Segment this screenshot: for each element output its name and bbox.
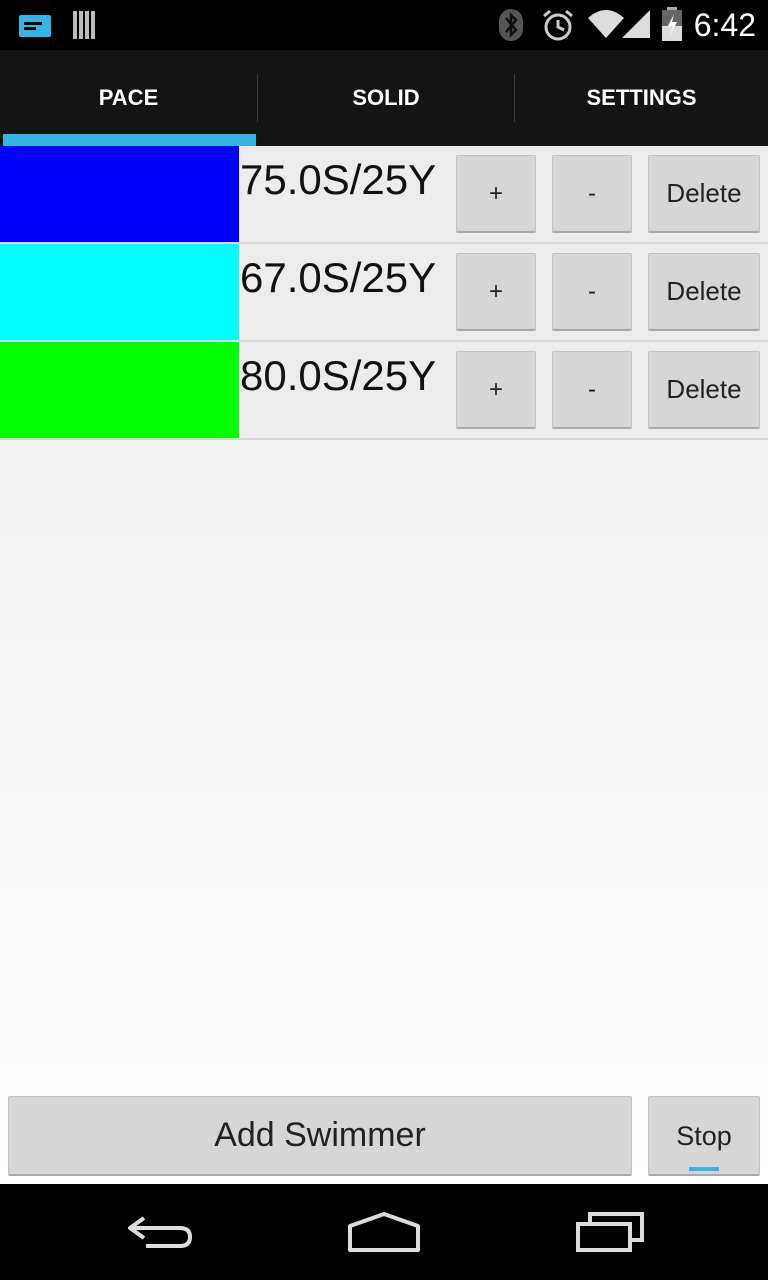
swimmer-row: 80.0S/25Y + - Delete — [0, 342, 768, 440]
swimmer-pace: 67.0S/25Y — [240, 254, 437, 301]
delete-swimmer-button[interactable]: Delete — [648, 155, 760, 233]
tab-bar: PACE SOLID SETTINGS — [0, 50, 768, 146]
notification-icon — [19, 15, 51, 37]
home-icon — [348, 1212, 420, 1252]
system-nav-bar — [0, 1184, 768, 1280]
stop-button[interactable]: Stop — [648, 1096, 760, 1176]
increase-pace-button[interactable]: + — [456, 351, 536, 429]
increase-pace-button[interactable]: + — [456, 155, 536, 233]
decrease-pace-button[interactable]: - — [552, 351, 632, 429]
swimmer-row: 75.0S/25Y + - Delete — [0, 146, 768, 244]
swimmer-color-swatch[interactable] — [0, 342, 239, 438]
tab-settings[interactable]: SETTINGS — [515, 50, 768, 146]
battery-icon — [662, 7, 682, 41]
selected-tab-indicator — [3, 134, 256, 146]
increase-pace-button[interactable]: + — [456, 253, 536, 331]
add-swimmer-button[interactable]: Add Swimmer — [8, 1096, 632, 1176]
decrease-pace-button[interactable]: - — [552, 253, 632, 331]
alarm-icon — [543, 9, 573, 41]
stop-label: Stop — [676, 1121, 732, 1151]
bluetooth-icon — [499, 9, 523, 41]
tab-pace[interactable]: PACE — [0, 50, 257, 146]
pace-list: 75.0S/25Y + - Delete 67.0S/25Y + - Delet… — [0, 146, 768, 1184]
decrease-pace-button[interactable]: - — [552, 155, 632, 233]
back-button[interactable] — [112, 1204, 208, 1260]
swimmer-pace: 75.0S/25Y — [240, 156, 437, 203]
recents-button[interactable] — [562, 1204, 658, 1260]
delete-swimmer-button[interactable]: Delete — [648, 253, 760, 331]
swimmer-row: 67.0S/25Y + - Delete — [0, 244, 768, 342]
status-bar: 6:42 — [0, 0, 768, 50]
tab-solid[interactable]: SOLID — [258, 50, 514, 146]
delete-swimmer-button[interactable]: Delete — [648, 351, 760, 429]
home-button[interactable] — [336, 1204, 432, 1260]
recents-icon — [576, 1212, 644, 1252]
swimmer-pace: 80.0S/25Y — [240, 352, 437, 399]
back-icon — [128, 1216, 193, 1248]
swimmer-color-swatch[interactable] — [0, 244, 239, 340]
sd-card-icon — [73, 11, 95, 39]
clock: 6:42 — [693, 7, 756, 43]
signal-icon — [622, 10, 650, 38]
swimmer-color-swatch[interactable] — [0, 146, 239, 242]
stop-indicator — [689, 1167, 719, 1171]
